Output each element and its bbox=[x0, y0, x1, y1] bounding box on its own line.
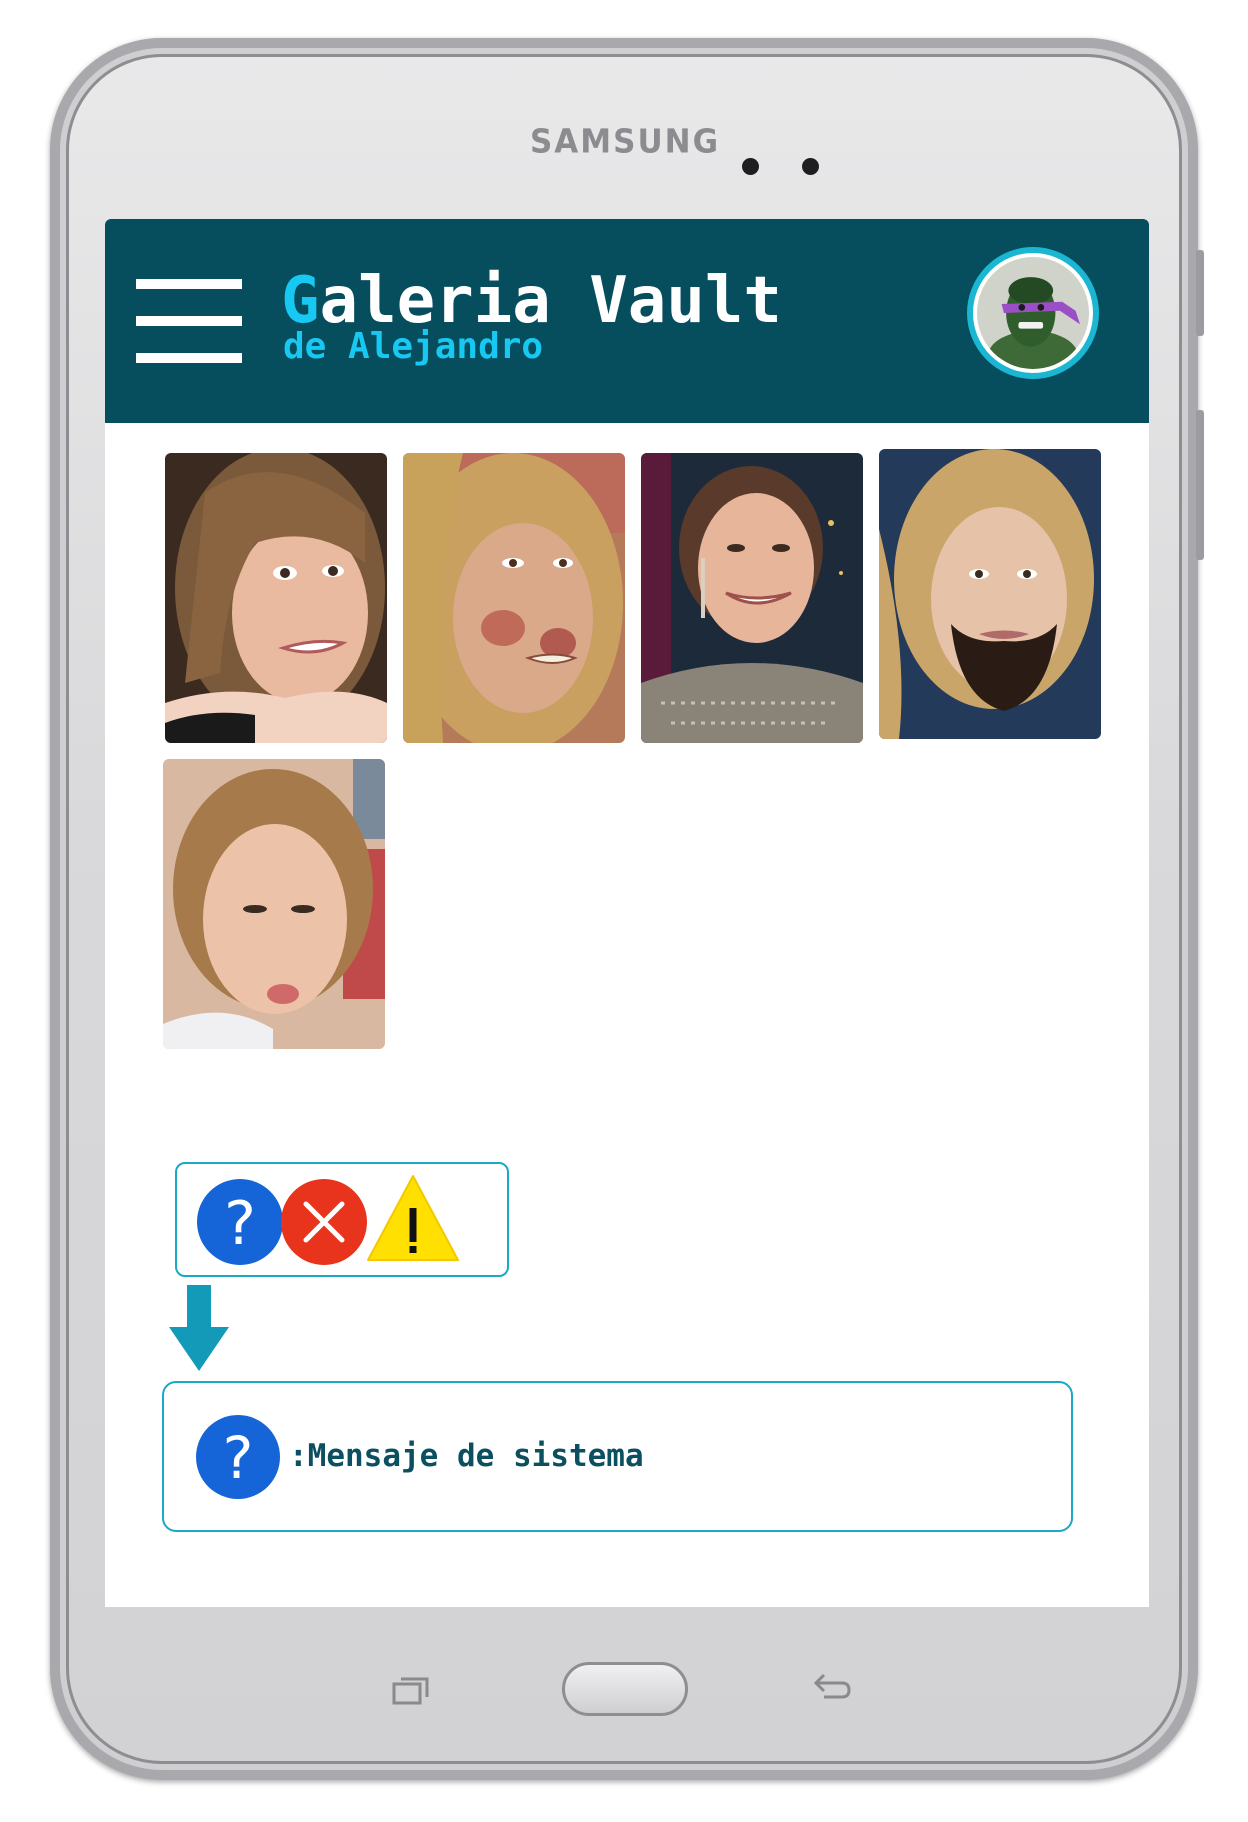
app-screen: Galeria Vault de Alejandro ? ?:Mensaje … bbox=[105, 219, 1149, 1607]
recent-apps-icon[interactable] bbox=[392, 1676, 430, 1706]
power-button bbox=[1196, 410, 1204, 560]
avatar-image bbox=[977, 257, 1089, 369]
photo-1-image bbox=[165, 453, 387, 743]
photo-5-image bbox=[163, 759, 385, 1049]
error-icon[interactable] bbox=[281, 1179, 367, 1265]
app-header: Galeria Vault de Alejandro bbox=[105, 219, 1149, 423]
photo-2-image bbox=[403, 453, 625, 743]
photo-3-image bbox=[641, 453, 863, 743]
question-icon: ? bbox=[196, 1415, 280, 1499]
gallery-photo-1[interactable] bbox=[165, 453, 387, 743]
question-icon[interactable]: ? bbox=[197, 1179, 283, 1265]
gallery-photo-2[interactable] bbox=[403, 453, 625, 743]
svg-text:?: ? bbox=[224, 1189, 256, 1259]
svg-text:?: ? bbox=[223, 1424, 254, 1492]
user-avatar[interactable] bbox=[967, 247, 1099, 379]
home-button[interactable] bbox=[562, 1662, 688, 1716]
warning-icon[interactable] bbox=[365, 1172, 461, 1264]
system-message-text: :Mensaje de sistema bbox=[289, 1438, 644, 1474]
back-icon[interactable] bbox=[812, 1672, 852, 1706]
hamburger-menu-icon[interactable] bbox=[136, 279, 242, 363]
status-icons-panel: ? bbox=[175, 1162, 509, 1277]
arrow-down-icon bbox=[169, 1285, 229, 1371]
photo-4-image bbox=[879, 449, 1101, 739]
gallery-photo-4[interactable] bbox=[879, 449, 1101, 739]
device-brand: SAMSUNG bbox=[529, 123, 721, 161]
gallery-photo-5[interactable] bbox=[163, 759, 385, 1049]
sensor-lens bbox=[802, 158, 819, 175]
app-subtitle: de Alejandro bbox=[283, 326, 544, 367]
system-message-box: ? :Mensaje de sistema bbox=[162, 1381, 1073, 1532]
gallery-photo-3[interactable] bbox=[641, 453, 863, 743]
volume-button bbox=[1196, 250, 1204, 336]
camera-lens bbox=[742, 158, 759, 175]
